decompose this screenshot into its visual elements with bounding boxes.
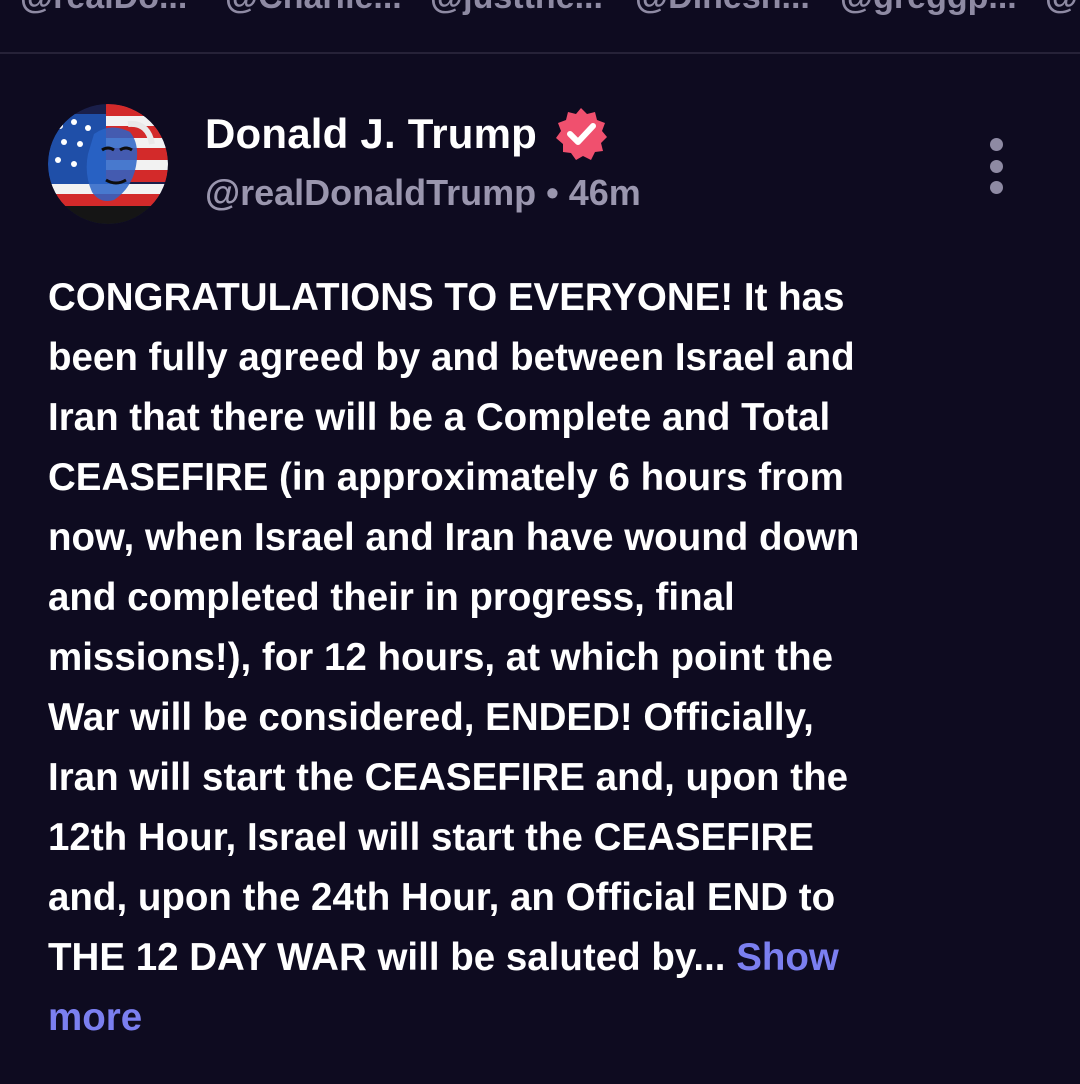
suggested-handle[interactable]: @Dinesh... xyxy=(635,0,840,17)
suggested-handle[interactable]: @justthe... xyxy=(430,0,635,17)
suggested-handle[interactable]: @D xyxy=(1045,0,1080,17)
vertical-ellipsis-icon xyxy=(989,159,1003,173)
suggested-handle[interactable]: @Charlie... xyxy=(225,0,430,17)
suggested-accounts-strip: @realDo... @Charlie... @justthe... @Dine… xyxy=(0,0,1080,54)
show-more-link[interactable]: more xyxy=(48,996,142,1039)
post-text-line: 12th Hour, Israel will start the CEASEFI… xyxy=(48,816,814,859)
post-text-line: and completed their in progress, final xyxy=(48,576,735,619)
post-text: CONGRATULATIONS TO EVERYONE! It has been… xyxy=(48,268,1038,1048)
avatar-flag-portrait-image xyxy=(48,104,168,224)
verified-badge-icon xyxy=(551,104,611,164)
post-text-line: and, upon the 24th Hour, an Official END… xyxy=(48,876,836,919)
post-card: Donald J. Trump @realDonaldTrump • 46m C… xyxy=(0,54,1080,1084)
post-text-line: Iran that there will be a Complete and T… xyxy=(48,396,831,439)
post-text-line: now, when Israel and Iran have wound dow… xyxy=(48,516,860,559)
post-timestamp[interactable]: 46m xyxy=(569,172,641,214)
avatar[interactable] xyxy=(48,104,168,224)
post-text-line: Iran will start the CEASEFIRE and, upon … xyxy=(48,756,849,799)
post-text-line: CEASEFIRE (in approximately 6 hours from xyxy=(48,456,844,499)
author-handle[interactable]: @realDonaldTrump xyxy=(205,172,536,214)
post-text-line: THE 12 DAY WAR will be saluted by... xyxy=(48,936,726,979)
meta-separator: • xyxy=(546,172,559,213)
author-name-row: Donald J. Trump xyxy=(205,106,611,162)
vertical-ellipsis-icon xyxy=(989,138,1003,151)
author-display-name[interactable]: Donald J. Trump xyxy=(205,110,537,158)
author-meta-row: @realDonaldTrump • 46m xyxy=(205,172,641,214)
post-text-last-line: THE 12 DAY WAR will be saluted by... Sho… xyxy=(48,928,1038,988)
post-text-line: been fully agreed by and between Israel … xyxy=(48,336,855,379)
vertical-ellipsis-icon xyxy=(989,181,1003,194)
suggested-handle[interactable]: @greggp... xyxy=(840,0,1045,17)
handle-row: @realDo... @Charlie... @justthe... @Dine… xyxy=(20,0,1080,17)
show-more-link[interactable]: Show xyxy=(736,936,839,979)
post-text-line: War will be considered, ENDED! Officiall… xyxy=(48,696,814,739)
post-text-line: CONGRATULATIONS TO EVERYONE! It has xyxy=(48,276,845,319)
suggested-handle[interactable]: @realDo... xyxy=(20,0,225,17)
show-more-continuation: more xyxy=(48,988,1038,1048)
more-options-button[interactable] xyxy=(978,138,1014,194)
post-text-line: missions!), for 12 hours, at which point… xyxy=(48,636,834,679)
